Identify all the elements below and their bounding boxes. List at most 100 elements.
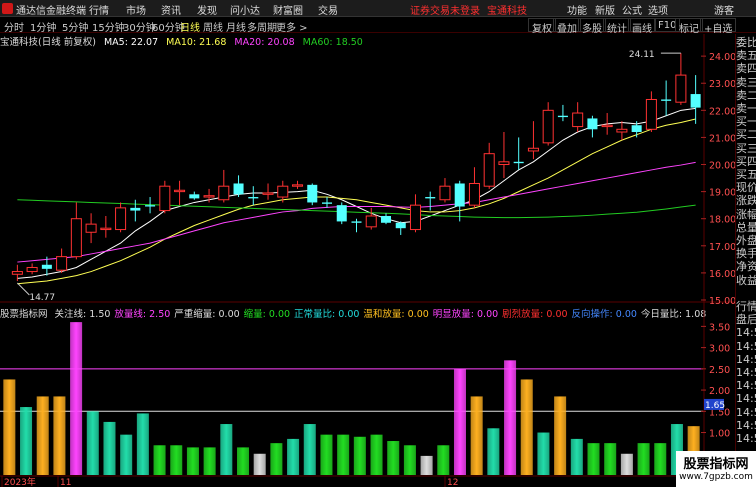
low-price-label: 14.77 <box>29 293 55 303</box>
price-axis-label: 24.00 <box>709 52 735 63</box>
candle-body <box>513 161 524 164</box>
ma-line-ma10 <box>17 118 696 285</box>
volume-ratio-bar <box>403 445 416 475</box>
side-panel-item[interactable]: 卖四 <box>736 62 756 75</box>
side-panel-item[interactable]: 买一 <box>736 115 756 128</box>
side-panel-item[interactable]: 14:5 <box>736 432 756 445</box>
high-price-label: 24.11 <box>629 50 655 60</box>
price-axis-label: 19.00 <box>709 188 735 199</box>
price-axis-label: 23.00 <box>709 79 735 90</box>
volume-ratio-bar <box>203 447 216 475</box>
volume-ratio-bar <box>220 424 233 475</box>
candle-body <box>100 227 112 231</box>
quote-side-panel: 委比 卖五 卖四 卖三 卖二 卖一 买一 买二 买三 买四 买五 现价 涨跌 涨幅 总量 外盘 换手 净资 收益行情… <box>735 34 756 487</box>
candle-body <box>645 98 657 130</box>
volume-ratio-bar <box>237 447 250 475</box>
candle-body <box>115 207 127 231</box>
side-panel-item[interactable]: 14:5 <box>736 392 756 405</box>
side-panel-item[interactable]: 买三 <box>736 142 756 155</box>
side-panel-item[interactable]: 外盘 <box>736 234 756 247</box>
side-panel-item[interactable]: 净资 <box>736 260 756 273</box>
side-panel-item[interactable]: 卖五 <box>736 49 756 62</box>
candle-body <box>468 182 480 206</box>
volume-ratio-bar <box>620 453 633 475</box>
side-panel-item[interactable]: 现价 <box>736 181 756 194</box>
volume-ratio-bar <box>36 396 49 475</box>
volume-ratio-bar <box>470 396 483 475</box>
side-panel-item[interactable]: 卖一 <box>736 102 756 115</box>
volume-ratio-bar <box>453 368 466 475</box>
candle-body <box>11 271 23 275</box>
candle-body <box>631 125 642 132</box>
side-panel-item[interactable]: 行情 <box>736 300 756 313</box>
volume-ratio-bar <box>103 421 116 475</box>
kline-chart[interactable]: 24.00 23.00 22.00 21.00 20.00 19.00 18.00 17.00… <box>0 0 735 487</box>
volume-ratio-bar <box>554 396 567 475</box>
date-label: 2023年 <box>4 476 36 487</box>
side-panel-item[interactable]: 14:5 <box>736 406 756 419</box>
price-axis-label: 18.00 <box>709 215 735 226</box>
volume-ratio-bar <box>487 428 500 475</box>
candle-body <box>277 185 289 198</box>
volume-ratio-bar <box>153 445 166 475</box>
volume-ratio-bar <box>604 443 617 475</box>
candle-body <box>351 221 362 223</box>
side-panel-item[interactable]: 盘后 <box>736 313 756 326</box>
indicator-axis-label: 2.00 <box>709 386 730 397</box>
side-panel-item[interactable] <box>736 287 756 300</box>
side-panel-item[interactable]: 14:5 <box>736 340 756 353</box>
volume-ratio-bar <box>387 441 400 475</box>
volume-ratio-bar <box>504 360 517 475</box>
side-panel-item[interactable]: 14:5 <box>736 379 756 392</box>
volume-ratio-bar <box>20 407 33 475</box>
candle-body <box>41 264 52 269</box>
side-panel-item[interactable]: 14:5 <box>736 353 756 366</box>
side-panel-item[interactable]: 卖三 <box>736 76 756 89</box>
volume-ratio-bar <box>420 455 433 475</box>
side-panel-item[interactable]: 总量 <box>736 221 756 234</box>
watermark-title: 股票指标网 <box>683 457 749 472</box>
side-panel-item[interactable]: 买五 <box>736 168 756 181</box>
volume-ratio-bar <box>53 396 66 475</box>
candle-body <box>557 115 568 118</box>
side-panel-item[interactable]: 14:5 <box>736 326 756 339</box>
side-panel-item[interactable]: 换手 <box>736 247 756 260</box>
volume-ratio-bar <box>303 424 316 475</box>
candle-body <box>542 109 554 144</box>
side-panel-item[interactable]: 买二 <box>736 128 756 141</box>
candle-body <box>498 161 510 166</box>
candle-body <box>572 112 584 128</box>
low-pointer <box>17 282 30 296</box>
date-label: 12 <box>447 478 458 487</box>
side-panel-item[interactable]: 收益 <box>736 274 756 287</box>
side-panel-item[interactable]: 委比 <box>736 36 756 49</box>
side-panel-item[interactable]: 14:5 <box>736 366 756 379</box>
indicator-axis-label: 3.50 <box>709 322 730 333</box>
volume-ratio-bar <box>320 434 333 475</box>
indicator-axis-label: 1.00 <box>709 429 730 440</box>
side-panel-item[interactable]: 涨幅 <box>736 208 756 221</box>
volume-ratio-bar <box>170 445 183 475</box>
side-panel-item[interactable]: 卖二 <box>736 89 756 102</box>
candle-body <box>70 218 82 258</box>
volume-ratio-bar <box>587 443 600 475</box>
volume-ratio-bar <box>270 443 283 475</box>
price-axis-label: 22.00 <box>709 106 735 117</box>
volume-ratio-bar <box>654 443 667 475</box>
candle-body <box>336 205 347 222</box>
candle-body <box>616 128 628 133</box>
side-panel-item[interactable]: 涨跌 <box>736 194 756 207</box>
volume-ratio-bar <box>136 413 149 475</box>
candle-body <box>454 183 465 207</box>
candle-body <box>395 222 406 229</box>
indicator-marker-label: 1.65 <box>705 401 725 411</box>
price-axis-label: 20.00 <box>709 161 735 172</box>
candle-body <box>321 202 333 204</box>
candle-body <box>587 118 598 130</box>
side-panel-item[interactable]: 买四 <box>736 155 756 168</box>
candle-body <box>601 124 613 128</box>
volume-ratio-bar <box>70 322 83 475</box>
side-panel-item[interactable]: 14:5 <box>736 419 756 432</box>
candle-body <box>483 153 495 187</box>
candle-body <box>203 195 215 198</box>
